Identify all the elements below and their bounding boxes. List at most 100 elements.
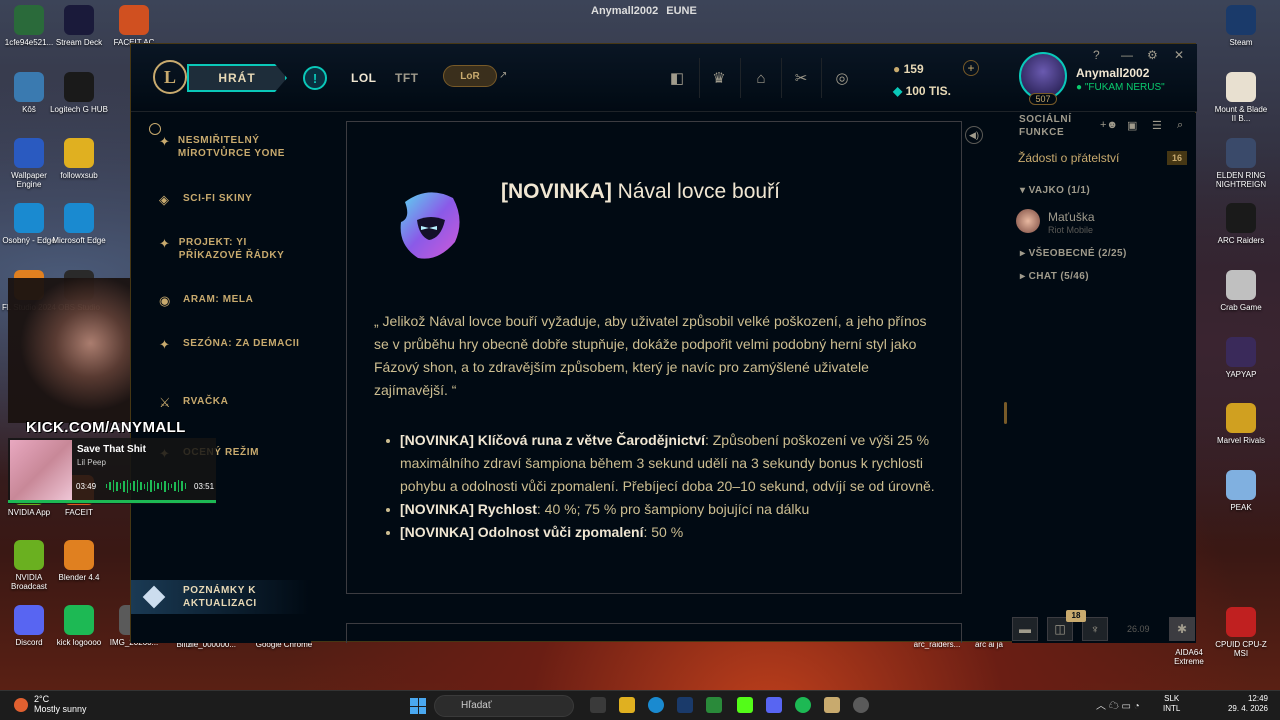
file-explorer-icon[interactable]: [619, 697, 635, 713]
add-friend-icon[interactable]: +☻: [1100, 119, 1118, 131]
champions-icon[interactable]: ♛: [708, 68, 730, 90]
collection-icon[interactable]: ◧: [666, 68, 688, 90]
album-art: [10, 440, 72, 502]
player-name[interactable]: Anymall2002: [1076, 66, 1149, 80]
obs-icon[interactable]: [853, 697, 869, 713]
desktop-icon[interactable]: Stream Deck: [50, 5, 108, 47]
sidebar-item-project-yi[interactable]: ✦ PROJEKT: YI PŘÍKAZOVÉ ŘÁDKY: [159, 236, 309, 262]
minimize-button[interactable]: —: [1121, 48, 1133, 62]
desktop-icon[interactable]: YAPYAP: [1212, 337, 1270, 379]
taskbar: 2°C Mostly sunny Hľadať ︿ ☁ ▭ ◔ SLK INTL 1…: [0, 690, 1280, 720]
search-icon[interactable]: ⌕: [1177, 119, 1183, 132]
loot-icon[interactable]: ⌂: [750, 68, 772, 90]
visualizer-bar: [171, 484, 173, 488]
client-clock: 26.09: [1127, 624, 1150, 634]
star-icon: ✦: [159, 337, 170, 352]
xbox-icon[interactable]: [706, 697, 722, 713]
desktop-icon[interactable]: followxsub: [50, 138, 108, 180]
change-list: [NOVINKA] Klíčová runa z větve Čarodějni…: [386, 429, 935, 544]
patch-notes-button[interactable]: POZNÁMKY K AKTUALIZACI: [131, 580, 309, 614]
discord-icon[interactable]: [766, 697, 782, 713]
store-icon[interactable]: ◎: [831, 68, 853, 90]
visualizer-bar: [177, 480, 180, 492]
sound-icon[interactable]: ◀): [965, 126, 983, 144]
friend-requests[interactable]: Žádosti o přátelství: [1018, 151, 1119, 165]
task-view-icon[interactable]: [590, 697, 606, 713]
rune-icon: [400, 192, 460, 259]
desktop-icon-label[interactable]: AIDA64 Extreme: [1160, 648, 1218, 666]
weather-icon: [14, 698, 28, 712]
desktop-icon[interactable]: Microsoft Edge: [50, 203, 108, 245]
rp-amount[interactable]: ● 159: [893, 62, 924, 76]
start-icon[interactable]: [410, 698, 426, 714]
kick-icon[interactable]: [737, 697, 753, 713]
group-vajko[interactable]: ▾ VAJKO (1/1): [1020, 185, 1090, 196]
desktop-icon[interactable]: Marvel Rivals: [1212, 403, 1270, 445]
steam-icon[interactable]: [677, 697, 693, 713]
desktop-icon[interactable]: Mount & Blade II B...: [1212, 72, 1270, 123]
sidebar-item-season[interactable]: ✦ SEZÓNA: ZA DEMACII: [159, 337, 309, 353]
tab-lol[interactable]: LOL: [351, 71, 377, 85]
close-icon[interactable]: ✕: [1174, 48, 1184, 62]
visualizer-bar: [143, 483, 146, 489]
group-general[interactable]: ▸ VŠEOBECNÉ (2/25): [1020, 248, 1127, 259]
desktop-icon[interactable]: Steam: [1212, 5, 1270, 47]
sidebar-item-aram[interactable]: ◉ ARAM: MELA: [159, 293, 309, 309]
system-tray[interactable]: ︿ ☁ ▭ ◔: [1096, 697, 1140, 712]
settings-icon[interactable]: ⚙: [1147, 48, 1158, 62]
play-button[interactable]: HRÁT: [187, 64, 287, 92]
list-icon[interactable]: ☰: [1152, 119, 1162, 132]
visualizer-bar: [160, 482, 163, 490]
list-item: [NOVINKA] Rychlost: 40 %; 75 % pro šampi…: [386, 498, 935, 521]
time-total: 03:51: [194, 482, 215, 491]
desktop-icon[interactable]: PEAK: [1212, 470, 1270, 512]
player-status[interactable]: ● "FUKAM NERUS": [1076, 82, 1165, 93]
visualizer-bar: [106, 484, 108, 488]
sidebar-item-scifi[interactable]: ◈ SCI-FI SKINY: [159, 192, 309, 208]
friend-name[interactable]: Maťuška: [1048, 210, 1095, 224]
bug-report-icon[interactable]: ✱: [1169, 617, 1195, 641]
visualizer-bar: [150, 480, 152, 492]
visualizer-bar: [157, 483, 159, 489]
visualizer-bar: [129, 482, 132, 490]
desktop-icon[interactable]: CPUID CPU-Z MSI: [1212, 607, 1270, 658]
sidebar-item-yone[interactable]: ✦ NESMIŘITELNÝ MÍROTVŮRCE YONE: [159, 134, 309, 160]
next-article-card: [346, 623, 962, 643]
sidebar-item-brawl[interactable]: ⚔ RVAČKA: [159, 395, 309, 411]
chat-count-badge: 18: [1066, 610, 1086, 622]
taskbar-search[interactable]: Hľadať: [434, 695, 574, 717]
help-icon[interactable]: ?: [1093, 48, 1100, 62]
clock[interactable]: 12:49 29. 4. 2026: [1218, 694, 1268, 714]
chat-icon[interactable]: ▬: [1012, 617, 1038, 641]
visualizer-bar: [112, 480, 115, 492]
desktop-icon[interactable]: Crab Game: [1212, 270, 1270, 312]
star-icon: ✦: [159, 236, 170, 251]
friend-status: Riot Mobile: [1048, 225, 1094, 235]
divider: [781, 58, 782, 98]
scrollbar[interactable]: [1004, 402, 1007, 424]
group-chat[interactable]: ▸ CHAT (5/46): [1020, 271, 1089, 282]
desktop-icon[interactable]: Blender 4.4: [50, 540, 108, 582]
league-icon[interactable]: [824, 697, 840, 713]
visualizer-bar: [109, 482, 111, 490]
visualizer-bar: [147, 481, 149, 491]
lor-button[interactable]: LoR: [443, 65, 497, 87]
spotify-icon[interactable]: [795, 697, 811, 713]
league-logo-icon[interactable]: L: [153, 60, 187, 94]
edge-icon[interactable]: [648, 697, 664, 713]
avatar[interactable]: [1016, 209, 1040, 233]
buy-rp-button[interactable]: +: [963, 60, 979, 76]
add-folder-icon[interactable]: ▣: [1127, 119, 1137, 132]
league-client-window: L HRÁT ! LOL TFT LoR ↗ ◧ ♛ ⌂ ✂ ◎ ● 159 ◆…: [130, 43, 1197, 643]
tab-tft[interactable]: TFT: [395, 71, 419, 85]
desktop-icon[interactable]: Logitech G HUB: [50, 72, 108, 114]
blue-essence-amount: ◆ 100 TIS.: [893, 84, 951, 98]
language-indicator[interactable]: SLK INTL: [1163, 694, 1180, 714]
desktop-icon[interactable]: ELDEN RING NIGHTREIGN: [1212, 138, 1270, 189]
desktop-icon[interactable]: ARC Raiders: [1212, 203, 1270, 245]
desktop-icon[interactable]: kick logoooo: [50, 605, 108, 647]
clash-icon[interactable]: ✂: [790, 68, 812, 90]
divider: [699, 58, 700, 98]
desktop-icon[interactable]: FACEIT AC: [105, 5, 163, 47]
alert-icon[interactable]: !: [303, 66, 327, 90]
